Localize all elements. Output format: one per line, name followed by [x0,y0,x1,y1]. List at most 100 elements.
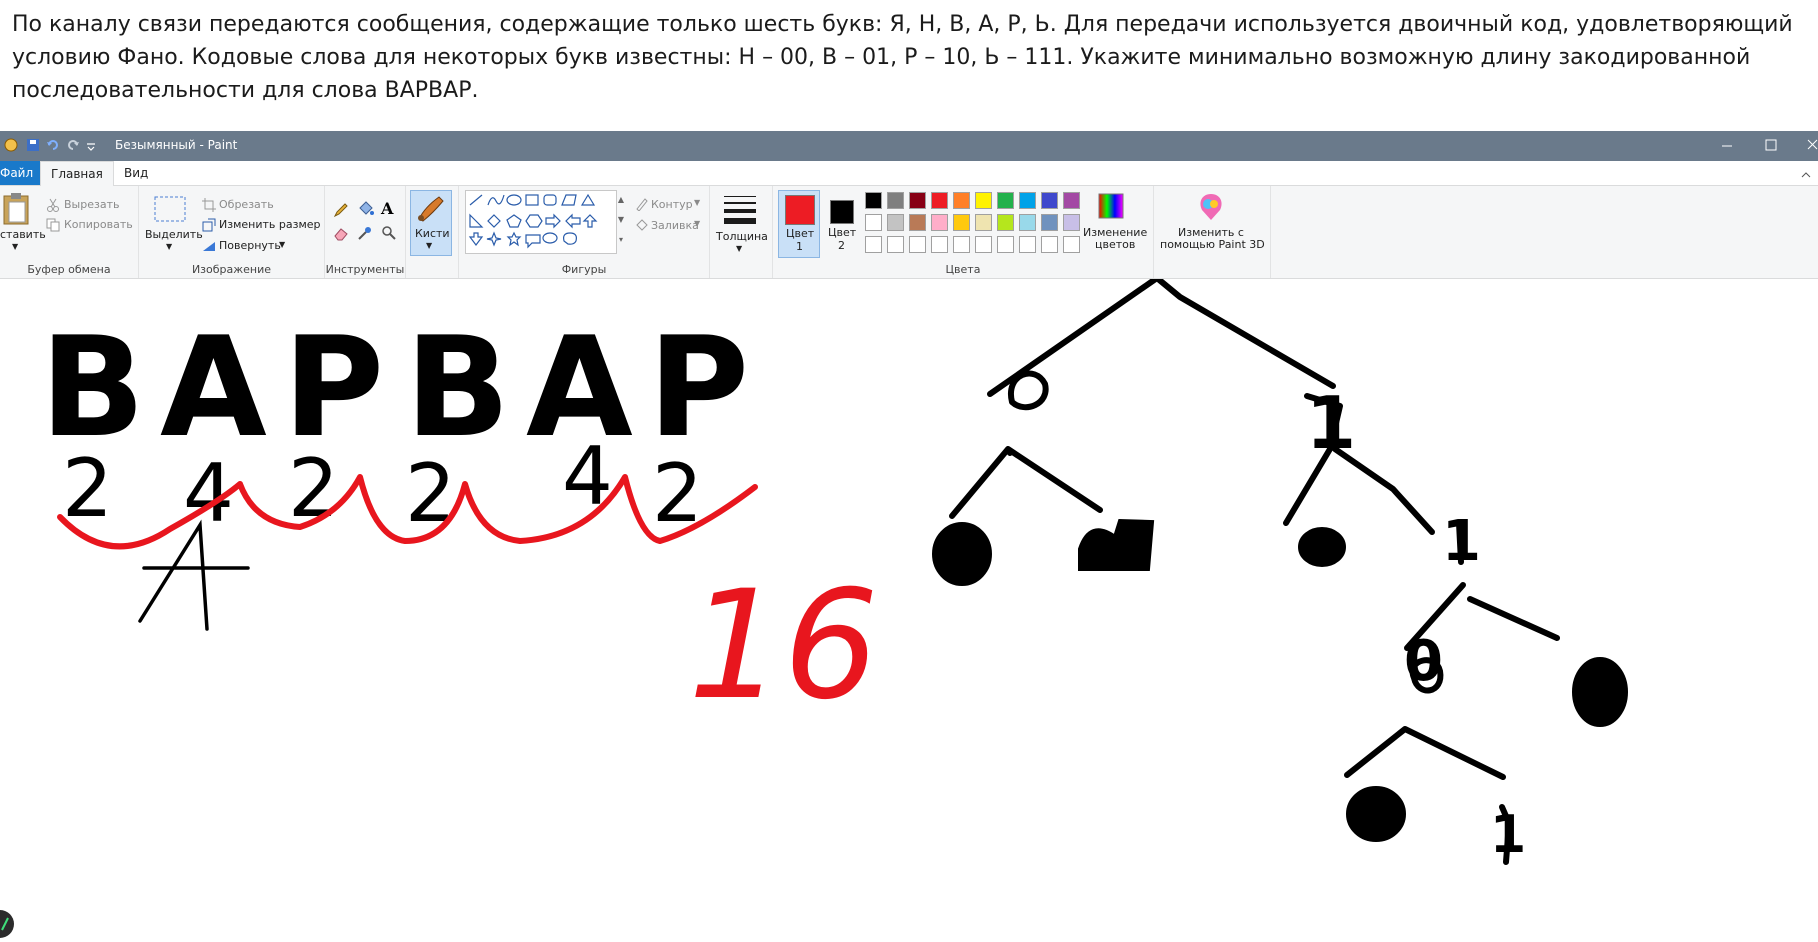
crop-icon[interactable] [202,197,216,216]
redo-icon[interactable] [66,138,80,155]
magnifier-icon[interactable] [381,225,397,245]
edit-colors-line2[interactable]: цветов [1095,238,1135,251]
color-swatch[interactable] [1019,192,1036,209]
fill-bucket-icon[interactable] [357,200,375,222]
eraser-icon[interactable] [333,225,349,245]
color2-swatch [830,200,854,224]
undo-icon[interactable] [46,138,60,155]
select-dropdown-icon[interactable]: ▼ [166,242,172,251]
color-swatch[interactable] [865,192,882,209]
image-group-label: Изображение [191,263,272,276]
color-swatch[interactable] [975,236,992,253]
maximize-icon[interactable] [1764,135,1778,159]
cut-button[interactable]: Вырезать [64,198,119,211]
rotate-dropdown-icon[interactable]: ▼ [279,240,285,249]
fill-dropdown-icon[interactable]: ▼ [694,219,700,228]
color-picker-icon[interactable] [357,225,373,245]
line-thickness-icon[interactable] [722,194,758,230]
tree-label: 1 [1490,805,1527,865]
size-dropdown-icon[interactable]: ▼ [736,244,742,253]
color-swatch[interactable] [931,192,948,209]
color-swatch[interactable] [909,214,926,231]
minimize-icon[interactable] [1720,135,1734,159]
color2-label: Цвет [828,226,857,239]
paste-icon[interactable] [2,192,32,230]
drawing-canvas[interactable]: ВАРВАР 242242 16 1 1 0 1 0 [0,249,1818,939]
text-tool-icon[interactable]: A [381,199,393,218]
color-swatch[interactable] [1041,236,1058,253]
save-icon[interactable] [26,138,40,155]
edit-colors-icon[interactable] [1097,192,1125,224]
paste-dropdown-icon[interactable]: ▼ [12,242,18,251]
crop-button[interactable]: Обрезать [219,198,274,211]
close-icon[interactable] [1806,135,1818,159]
color-swatch[interactable] [887,236,904,253]
shapes-scroll[interactable]: ▲ ▼ ▾ [616,190,626,252]
paint3d-line2[interactable]: помощью Paint 3D [1160,238,1265,251]
tools-group-label: Инструменты [325,263,405,276]
tree-label: 1 [1442,509,1481,574]
pencil-icon[interactable] [333,202,349,222]
answer-text: 16 [688,559,879,733]
quick-access-dropdown-icon[interactable] [86,138,96,155]
color-swatch[interactable] [909,192,926,209]
color-swatch[interactable] [887,192,904,209]
cut-icon[interactable] [46,197,60,216]
color-swatch[interactable] [975,192,992,209]
color1-number: 1 [796,240,803,253]
collapse-ribbon-icon[interactable] [1800,166,1812,185]
clipboard-group: ставить ▼ Вырезать Копировать Буфер обме… [0,186,139,278]
tools-group: A Инструменты [325,186,406,278]
paste-button[interactable]: ставить [0,228,46,241]
outline-icon[interactable] [635,196,649,215]
outline-dropdown-icon[interactable]: ▼ [694,198,700,207]
red-brace-marks [57,474,758,550]
color-swatch[interactable] [1063,192,1080,209]
color-swatch[interactable] [953,214,970,231]
tab-home[interactable]: Главная [40,161,114,187]
rotate-button[interactable]: Повернуть [219,239,281,252]
color-swatch[interactable] [1041,214,1058,231]
tab-view[interactable]: Вид [114,161,158,185]
paint-pen-icon[interactable] [0,910,18,942]
title-bar: Безымянный - Paint [0,131,1818,161]
ribbon-tab-bar: Файл Главная Вид [0,161,1818,187]
paint3d-icon[interactable] [1196,192,1226,226]
fill-button[interactable]: Заливка [651,219,699,232]
color-swatch[interactable] [975,214,992,231]
color-swatch[interactable] [997,192,1014,209]
color-swatch[interactable] [1063,236,1080,253]
shapes-gallery[interactable] [465,190,617,254]
select-icon[interactable] [154,196,186,226]
select-button[interactable]: Выделить [145,228,203,241]
color-swatch[interactable] [1019,214,1036,231]
size-button[interactable]: Толщина [716,230,768,243]
color-swatch[interactable] [931,236,948,253]
color-swatch[interactable] [997,236,1014,253]
outline-button[interactable]: Контур [651,198,693,211]
copy-icon[interactable] [46,217,60,236]
color-swatch[interactable] [1041,192,1058,209]
color-swatch[interactable] [953,192,970,209]
brushes-button[interactable]: Кисти ▼ [410,190,452,256]
fill-icon[interactable] [635,217,649,236]
color-swatch[interactable] [953,236,970,253]
color1-swatch [785,195,815,225]
color-swatch[interactable] [1063,214,1080,231]
color-swatch[interactable] [997,214,1014,231]
copy-button[interactable]: Копировать [64,218,133,231]
color-swatch[interactable] [865,214,882,231]
color-swatch[interactable] [931,214,948,231]
color-swatch[interactable] [865,236,882,253]
color1-button[interactable]: Цвет 1 [778,190,820,258]
color2-button[interactable]: Цвет 2 [824,190,860,256]
ribbon: ставить ▼ Вырезать Копировать Буфер обме… [0,186,1818,279]
resize-button[interactable]: Изменить размер [219,218,321,231]
color-swatch[interactable] [887,214,904,231]
rotate-icon[interactable] [202,237,216,256]
shapes-gallery-icons [468,193,598,249]
tree-label-root-left: 0 [1000,249,1001,250]
color-swatch[interactable] [1019,236,1036,253]
resize-icon[interactable] [202,217,216,236]
color-swatch[interactable] [909,236,926,253]
